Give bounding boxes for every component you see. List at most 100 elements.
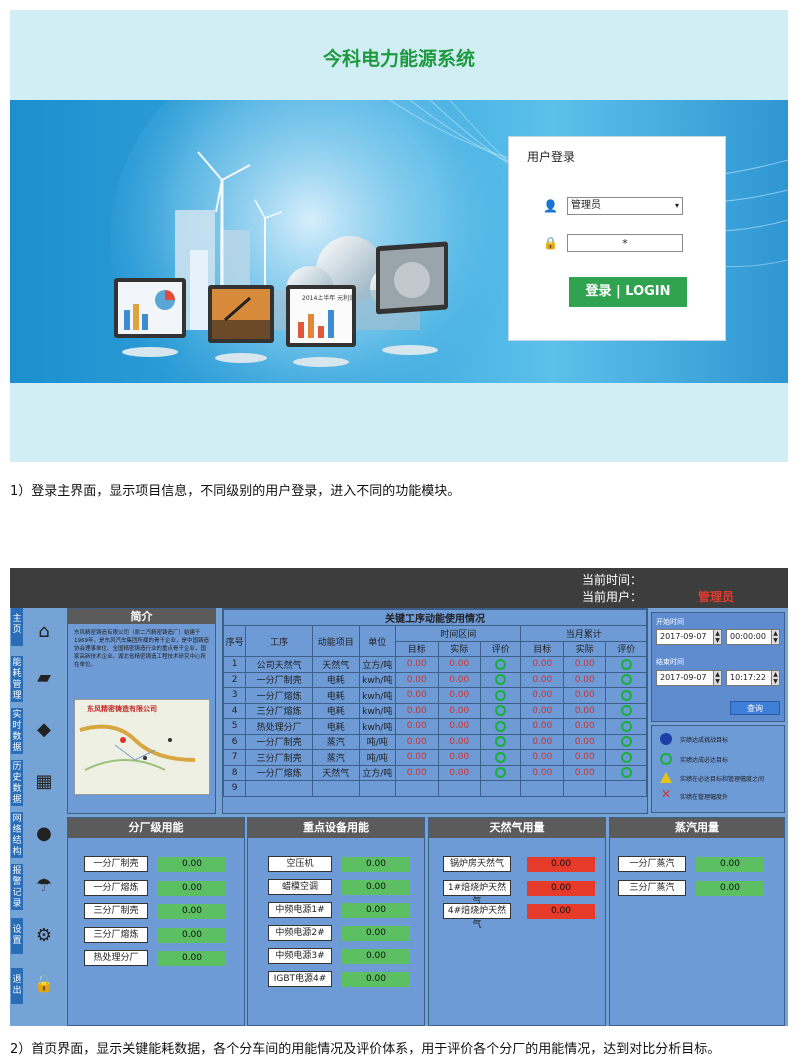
start-time-input[interactable]: 00:00:00 <box>726 629 772 645</box>
table-cell: 6 <box>222 733 247 750</box>
table-cell: 0.00 <box>437 764 481 781</box>
evaluation-ok-icon <box>620 705 632 717</box>
end-date-stepper[interactable]: ▲ ▼ <box>713 670 722 686</box>
table-cell: kwh/吨 <box>358 702 397 719</box>
energy-item-label: 空压机 <box>268 856 332 872</box>
energy-item-label: 4#焙烧炉天然气 <box>443 903 511 930</box>
cubes-icon[interactable]: ◆ <box>30 716 58 744</box>
table-cell: 0.00 <box>437 656 481 673</box>
energy-item-value: 0.00 <box>527 904 595 919</box>
table-row: 4 三分厂熔炼 电耗 kwh/吨 0.00 0.00 0.00 0.00 <box>222 702 647 719</box>
nav-item-home[interactable]: 主页 <box>11 608 23 646</box>
evaluation-cell <box>479 780 522 797</box>
chat-icon[interactable]: ● <box>30 820 58 848</box>
evaluation-cell <box>479 764 522 781</box>
energy-item-value: 0.00 <box>342 972 410 987</box>
energy-item-value: 0.00 <box>342 949 410 964</box>
challenge-target-icon <box>660 733 672 745</box>
energy-item-value: 0.00 <box>342 903 410 918</box>
table-cell: 电耗 <box>312 702 360 719</box>
col-header: 目标 <box>395 640 439 657</box>
evaluation-ok-icon <box>495 736 507 748</box>
energy-item-value: 0.00 <box>342 926 410 941</box>
table-cell <box>562 780 607 797</box>
out-of-range-x-icon: ✕ <box>661 787 672 801</box>
password-field[interactable]: * <box>567 234 683 252</box>
col-header: 实际 <box>562 640 607 657</box>
query-button[interactable]: 查询 <box>730 701 780 715</box>
col-header: 评价 <box>479 640 522 657</box>
evaluation-ok-icon <box>620 658 632 670</box>
key-process-table: 关键工序动能使用情况 序号 工序 动能项目 单位 时间区间 当月累计 目标 实际… <box>222 609 647 797</box>
table-cell: 热处理分厂 <box>245 718 314 735</box>
end-time-label: 结束时间 <box>656 658 684 666</box>
nav-item-realtime[interactable]: 实时数据 <box>11 708 23 754</box>
end-time-stepper[interactable]: ▲ ▼ <box>771 670 780 686</box>
evaluation-cell <box>605 764 647 781</box>
evaluation-cell <box>605 718 647 735</box>
start-date-stepper[interactable]: ▲ ▼ <box>713 629 722 645</box>
table-row: 5 热处理分厂 电耗 kwh/吨 0.00 0.00 0.00 0.00 <box>222 718 647 735</box>
energy-item-label: 中频电源1# <box>268 902 332 918</box>
table-cell: 0.00 <box>520 749 564 766</box>
end-date-input[interactable]: 2017-09-07 <box>656 670 714 686</box>
table-cell: 0.00 <box>520 702 564 719</box>
steam-title: 蒸汽用量 <box>610 818 784 838</box>
login-heading: 用户登录 <box>527 150 576 164</box>
table-cell: kwh/吨 <box>358 687 397 704</box>
col-header: 动能项目 <box>312 625 360 657</box>
end-time-input[interactable]: 10:17:22 <box>726 670 772 686</box>
table-cell: 0.00 <box>395 671 439 688</box>
login-banner: 2014上半年 元利润 用户登录 👤 管理员 ▾ 🔒 * 登录 | LOGIN <box>10 100 788 383</box>
energy-item-value: 0.00 <box>696 857 764 872</box>
login-button[interactable]: 登录 | LOGIN <box>569 277 687 307</box>
table-cell: 一分厂熔炼 <box>245 687 314 704</box>
book-icon[interactable]: ▰ <box>30 664 58 692</box>
left-nav: 主页 ⌂ 能耗管理 ▰ 实时数据 ◆ 历史数据 ▦ 网络结构 ● 报警记录 ☂ … <box>10 608 64 1026</box>
gear-icon[interactable]: ⚙ <box>30 922 58 950</box>
table-cell: 0.00 <box>520 718 564 735</box>
start-time-stepper[interactable]: ▲ ▼ <box>771 629 780 645</box>
user-select[interactable]: 管理员 ▾ <box>567 197 683 215</box>
evaluation-ok-icon <box>620 751 632 763</box>
legend-text: 实绩达成必达目标 <box>680 757 729 764</box>
start-date-input[interactable]: 2017-09-07 <box>656 629 714 645</box>
energy-item-label: 中频电源3# <box>268 948 332 964</box>
table-cell: 0.00 <box>395 733 439 750</box>
location-map: 东风精密铸造有限公司 <box>74 699 210 795</box>
table-cell <box>358 780 397 797</box>
evaluation-cell <box>479 687 522 704</box>
table-cell: 0.00 <box>437 718 481 735</box>
table-cell: 一分厂熔炼 <box>245 764 314 781</box>
evaluation-ok-icon <box>495 658 507 670</box>
calendar-icon[interactable]: ▦ <box>30 768 58 796</box>
table-row: 7 三分厂制壳 蒸汽 吨/吨 0.00 0.00 0.00 0.00 <box>222 749 647 766</box>
current-user-value: 管理员 <box>698 590 735 604</box>
energy-item-label: 中频电源2# <box>268 925 332 941</box>
table-cell: 2 <box>222 671 247 688</box>
lock-open-icon[interactable]: 🔓 <box>30 970 58 998</box>
nav-item-network[interactable]: 网络结构 <box>11 812 23 858</box>
table-cell: 0.00 <box>437 702 481 719</box>
table-cell: 0.00 <box>395 702 439 719</box>
key-process-rows: 1 公司天然气 天然气 立方/吨 0.00 0.00 0.00 0.00 2 一分厂制壳 电耗 kwh… <box>222 656 647 797</box>
nav-item-settings[interactable]: 设置 <box>11 918 23 954</box>
nav-item-history[interactable]: 历史数据 <box>11 760 23 806</box>
evaluation-cell <box>605 671 647 688</box>
current-user-label: 当前用户： <box>582 590 643 604</box>
table-cell: 0.00 <box>395 687 439 704</box>
col-header: 单位 <box>358 625 397 657</box>
required-target-icon <box>660 753 672 765</box>
home-screen: 当前时间： 当前用户： 管理员 主页 ⌂ 能耗管理 ▰ 实时数据 ◆ 历史数据 … <box>10 568 788 1026</box>
home-icon[interactable]: ⌂ <box>30 618 58 646</box>
nav-item-logout[interactable]: 退出 <box>11 968 23 1004</box>
table-cell: 0.00 <box>562 733 607 750</box>
umbrella-icon[interactable]: ☂ <box>30 872 58 900</box>
table-cell: 0.00 <box>562 656 607 673</box>
nav-item-energy[interactable]: 能耗管理 <box>11 656 23 702</box>
nav-item-alarm[interactable]: 报警记录 <box>11 864 23 910</box>
table-cell: 0.00 <box>520 671 564 688</box>
table-cell: 0.00 <box>562 764 607 781</box>
evaluation-cell <box>605 656 647 673</box>
evaluation-cell <box>479 702 522 719</box>
